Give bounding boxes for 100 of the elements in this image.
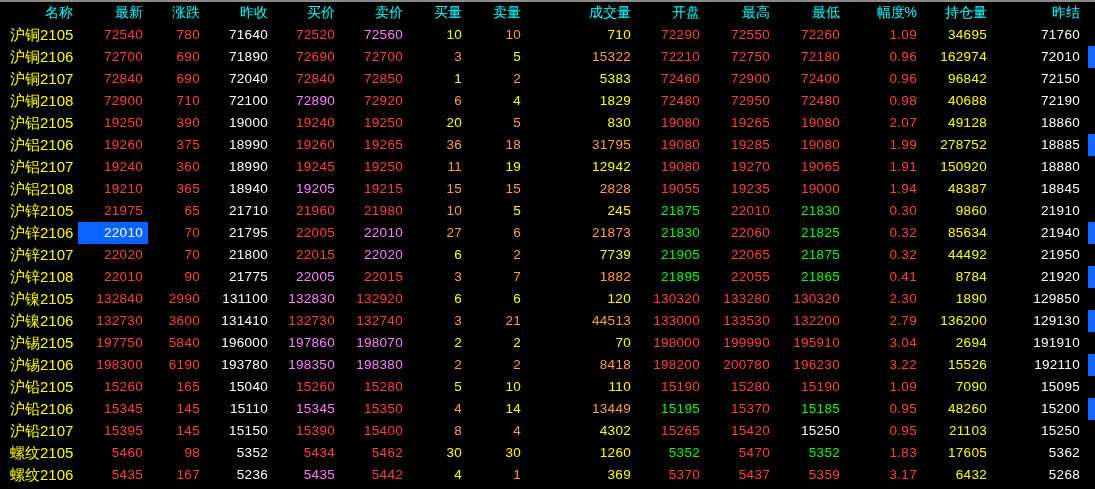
table-cell-text: 13449 — [590, 400, 632, 418]
contract-name: 螺纹2106 — [9, 465, 75, 485]
table-cell-text: 72190 — [1039, 92, 1081, 110]
table-cell-text: 22060 — [729, 224, 771, 242]
contract-name: 沪铅2106 — [9, 399, 75, 419]
table-cell-text: 19215 — [362, 180, 404, 198]
column-header[interactable]: 昨结 — [992, 4, 1085, 22]
table-cell-text: 22055 — [729, 268, 771, 286]
column-header[interactable]: 名称 — [0, 4, 78, 22]
table-cell-text: 129850 — [1032, 290, 1081, 308]
column-header[interactable]: 买量 — [408, 4, 467, 22]
table-cell-text: 7739 — [598, 246, 632, 264]
table-cell-text: 15280 — [362, 378, 404, 396]
table-cell-text: 4 — [453, 466, 463, 484]
table-cell-text: 145 — [175, 422, 201, 440]
table-cell-text: 15322 — [590, 48, 632, 66]
table-cell-text: 5236 — [235, 466, 269, 484]
column-header[interactable]: 卖价 — [340, 4, 408, 22]
table-cell-text: 98 — [183, 444, 201, 462]
table-cell-text: 70 — [183, 224, 201, 242]
table-cell-text: 72100 — [227, 92, 269, 110]
table-cell-text: 710 — [175, 92, 201, 110]
column-header[interactable]: 最新 — [78, 4, 148, 22]
column-header[interactable]: 成交量 — [526, 4, 636, 22]
table-cell-text: 72180 — [799, 48, 841, 66]
table-cell-text: 136200 — [939, 312, 988, 330]
table-cell-text: 110 — [607, 378, 632, 396]
table-cell-text: 19205 — [294, 180, 336, 198]
table-cell-text: 278752 — [939, 136, 988, 154]
table-cell-text: 7 — [512, 268, 522, 286]
table-cell-text: 15395 — [102, 422, 144, 440]
table-cell-text: 0.95 — [888, 400, 918, 418]
table-cell-text: 120 — [606, 290, 632, 308]
table-cell-text: 130320 — [792, 290, 841, 308]
table-cell-text: 5362 — [1047, 444, 1081, 462]
contract-name: 沪铝2108 — [9, 179, 75, 199]
table-cell-text: 5352 — [235, 444, 269, 462]
table-cell-text: 132200 — [792, 312, 841, 330]
column-header[interactable]: 昨收 — [205, 4, 273, 22]
table-cell-text: 15370 — [729, 400, 771, 418]
table-cell-text: 72010 — [1039, 48, 1081, 66]
table-cell-text: 72950 — [729, 92, 771, 110]
table-cell-text: 5359 — [807, 466, 841, 484]
table-cell-text: 2 — [512, 334, 522, 352]
contract-name: 沪铜2107 — [9, 69, 75, 89]
table-cell-text: 132740 — [355, 312, 404, 330]
table-cell-text: 22065 — [729, 246, 771, 264]
table-cell-text: 0.41 — [888, 268, 918, 286]
contract-name: 沪镍2106 — [9, 311, 75, 331]
table-cell-text: 5268 — [1047, 466, 1081, 484]
table-cell-text: 21775 — [227, 268, 269, 286]
table-cell-text: 19080 — [799, 136, 841, 154]
table-cell-text: 72480 — [659, 92, 701, 110]
table-cell-text: 6432 — [954, 466, 988, 484]
table-cell-text: 2.07 — [888, 114, 918, 132]
table-cell-text: 21103 — [947, 422, 988, 440]
table-cell-text: 198200 — [652, 356, 701, 374]
column-header[interactable]: 卖量 — [467, 4, 526, 22]
table-cell-text: 96842 — [946, 70, 988, 88]
table-cell-text: 1.09 — [888, 378, 918, 396]
table-cell-text: 21830 — [799, 202, 841, 220]
table-cell-text: 14 — [504, 400, 522, 418]
column-header[interactable]: 买价 — [273, 4, 340, 22]
table-cell-text: 15 — [504, 180, 522, 198]
table-cell-text: 145 — [175, 400, 201, 418]
table-cell-text: 19285 — [729, 136, 771, 154]
table-cell-text: 19210 — [102, 180, 144, 198]
table-cell-text: 3.22 — [888, 356, 918, 374]
table-cell-text: 390 — [175, 114, 201, 132]
contract-name: 沪锡2106 — [9, 355, 75, 375]
table-cell-text: 7090 — [954, 378, 988, 396]
table-cell-text: 72700 — [362, 48, 404, 66]
contract-name: 沪锌2107 — [9, 245, 75, 265]
column-header[interactable]: 涨跌 — [148, 4, 205, 22]
table-cell-text: 5470 — [737, 444, 771, 462]
table-cell-text: 133530 — [722, 312, 771, 330]
table-cell-text: 1.09 — [888, 26, 918, 44]
table-cell-text: 72400 — [799, 70, 841, 88]
table-cell-text: 22015 — [294, 246, 336, 264]
table-cell-text: 71890 — [227, 48, 269, 66]
table-cell-text: 6190 — [167, 356, 201, 374]
column-header[interactable]: 持仓量 — [922, 4, 992, 22]
table-cell-text: 780 — [175, 26, 201, 44]
table-cell-text: 19270 — [729, 158, 771, 176]
table-cell-text: 6 — [453, 246, 463, 264]
table-cell-text: 5435 — [110, 466, 144, 484]
column-header[interactable]: 幅度% — [845, 4, 922, 22]
table-cell-text: 3600 — [167, 312, 201, 330]
table-cell-text: 22005 — [294, 268, 336, 286]
table-cell-text: 4 — [512, 92, 522, 110]
table-cell-text: 71640 — [227, 26, 269, 44]
table-cell-text: 131410 — [220, 312, 269, 330]
column-header[interactable]: 最高 — [705, 4, 775, 22]
table-cell-text: 5442 — [370, 466, 404, 484]
column-header[interactable]: 最低 — [775, 4, 845, 22]
table-cell-text: 15185 — [799, 400, 841, 418]
table-cell-text: 5840 — [167, 334, 201, 352]
column-header[interactable]: 开盘 — [636, 4, 705, 22]
contract-name: 沪锌2106 — [9, 223, 75, 243]
table-cell-text: 19250 — [102, 114, 144, 132]
